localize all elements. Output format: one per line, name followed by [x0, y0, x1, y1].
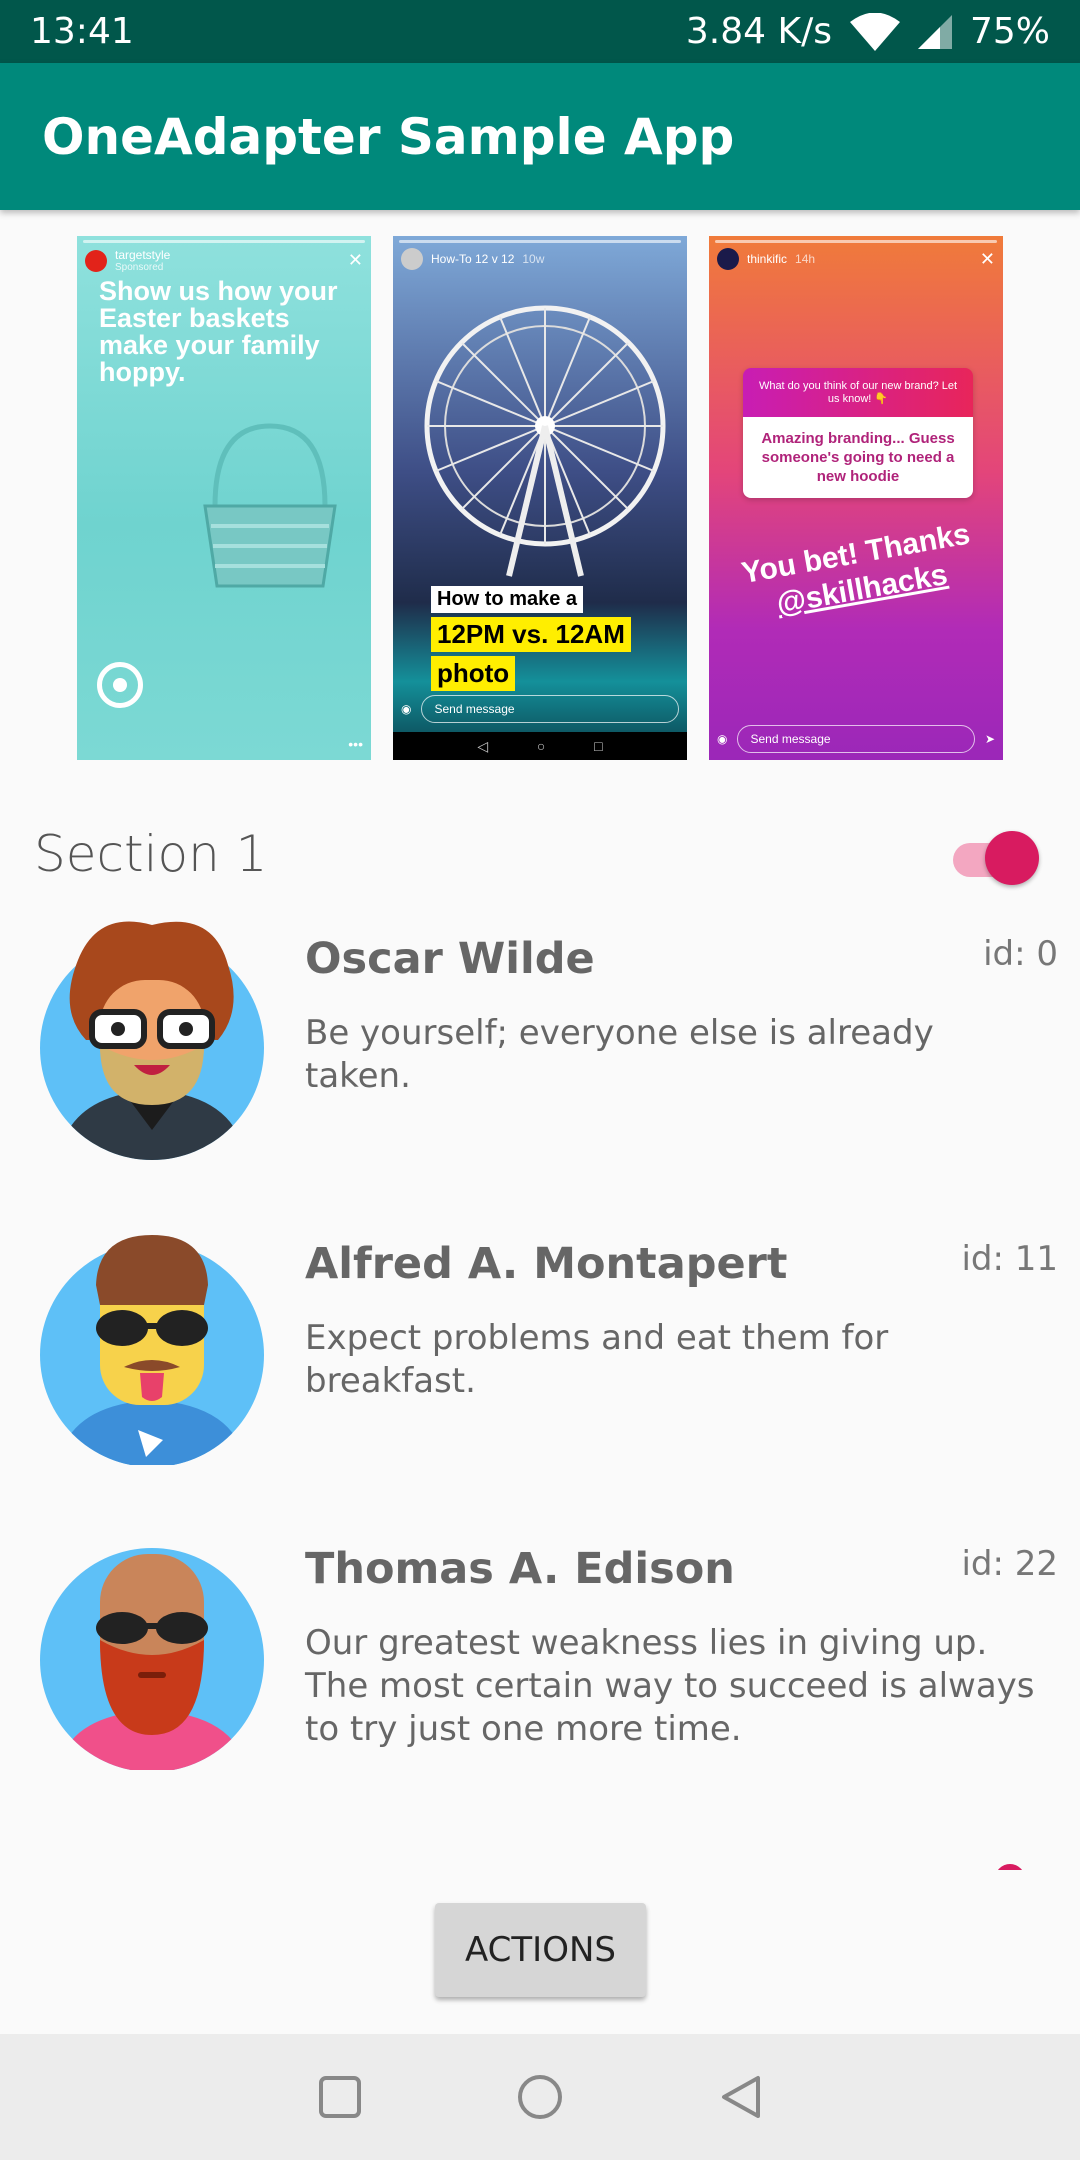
story-progress-bar	[83, 240, 365, 243]
status-indicators: 3.84 K/s 75%	[686, 11, 1050, 52]
stories-carousel: targetstyle Sponsored ✕ Show us how your…	[77, 236, 1003, 760]
story-header: thinkific 14h ✕	[717, 248, 995, 270]
story-progress-bar	[399, 240, 681, 243]
recents-icon: □	[594, 738, 603, 754]
toggle-thumb	[985, 831, 1039, 885]
ferris-wheel-image	[424, 305, 666, 577]
message-id: id: 22	[961, 1544, 1058, 1584]
close-icon[interactable]: ✕	[348, 250, 363, 271]
more-icon[interactable]: •••	[348, 736, 363, 752]
caption-line: How to make a	[431, 586, 584, 613]
section-title: Section 1	[34, 825, 268, 883]
story-progress-bar	[715, 240, 997, 243]
story-poll: What do you think of our new brand? Let …	[743, 368, 973, 498]
story-subtitle: Sponsored	[115, 262, 164, 273]
avatar	[40, 921, 264, 1160]
message-body: Be yourself; everyone else is already ta…	[305, 1013, 934, 1096]
circle-icon[interactable]	[517, 2074, 563, 2120]
story-text: Show us how your Easter baskets make you…	[99, 276, 338, 387]
story-card[interactable]: thinkific 14h ✕ What do you think of our…	[709, 236, 1003, 760]
story-message-bar: ◉ Send message	[401, 694, 679, 724]
story-header: How-To 12 v 12 10w	[401, 248, 679, 270]
poll-answer: Amazing branding... Guess someone's goin…	[743, 417, 973, 498]
story-nav-bar: ◁ ○ □	[393, 732, 687, 760]
story-account: thinkific	[747, 252, 788, 266]
caption-line: photo	[431, 656, 516, 691]
app-bar: OneAdapter Sample App	[0, 63, 1080, 210]
message-body: Our greatest weakness lies in giving up.…	[305, 1623, 1035, 1749]
message-name: Oscar Wilde	[305, 934, 595, 984]
triangle-back-icon[interactable]	[718, 2074, 762, 2120]
wifi-icon	[849, 12, 900, 51]
camera-icon[interactable]: ◉	[401, 702, 411, 716]
loading-indicator	[995, 1864, 1025, 1870]
message-name: Alfred A. Montapert	[305, 1239, 788, 1289]
story-card[interactable]: How-To 12 v 12 10w How to make a 12PM vs…	[393, 236, 687, 760]
poll-question: What do you think of our new brand? Let …	[743, 368, 973, 417]
avatar	[40, 1235, 264, 1465]
story-account: targetstyle	[115, 248, 171, 262]
system-nav-bar	[0, 2034, 1080, 2160]
story-account: How-To 12 v 12	[431, 252, 515, 266]
actions-button[interactable]: ACTIONS	[435, 1903, 646, 1997]
story-big-text: You bet! Thanks @skillhacks	[735, 516, 984, 629]
message-id: id: 0	[983, 934, 1058, 974]
back-icon: ◁	[477, 737, 489, 754]
story-avatar	[401, 248, 423, 270]
network-speed: 3.84 K/s	[685, 11, 832, 52]
battery-level: 75%	[969, 11, 1050, 52]
story-caption: How to make a 12PM vs. 12AM photo	[431, 586, 631, 695]
basket-image	[203, 423, 337, 588]
signal-icon	[917, 14, 952, 49]
caption-line: 12PM vs. 12AM	[431, 617, 631, 652]
story-age: 10w	[522, 252, 545, 266]
message-id: id: 11	[961, 1239, 1058, 1279]
camera-icon[interactable]: ◉	[717, 732, 727, 746]
close-icon[interactable]: ✕	[980, 249, 995, 270]
send-icon[interactable]: ➤	[985, 732, 995, 746]
home-icon: ○	[536, 738, 546, 754]
section-toggle[interactable]	[953, 831, 1039, 885]
status-time: 13:41	[30, 11, 134, 52]
story-avatar	[717, 248, 739, 270]
story-card[interactable]: targetstyle Sponsored ✕ Show us how your…	[77, 236, 371, 760]
story-age: 14h	[795, 252, 816, 266]
status-bar: 13:41 3.84 K/s 75%	[0, 0, 1080, 63]
app-title: OneAdapter Sample App	[42, 107, 735, 166]
send-message-input[interactable]: Send message	[737, 725, 975, 753]
square-icon[interactable]	[318, 2075, 362, 2119]
message-body: Expect problems and eat them for breakfa…	[305, 1318, 889, 1401]
story-header: targetstyle Sponsored ✕	[85, 248, 363, 273]
story-message-bar: ◉ Send message ➤	[717, 724, 995, 754]
send-message-input[interactable]: Send message	[421, 695, 679, 723]
message-name: Thomas A. Edison	[305, 1544, 735, 1594]
story-avatar	[85, 249, 107, 272]
target-logo	[97, 662, 143, 708]
avatar	[40, 1548, 264, 1770]
